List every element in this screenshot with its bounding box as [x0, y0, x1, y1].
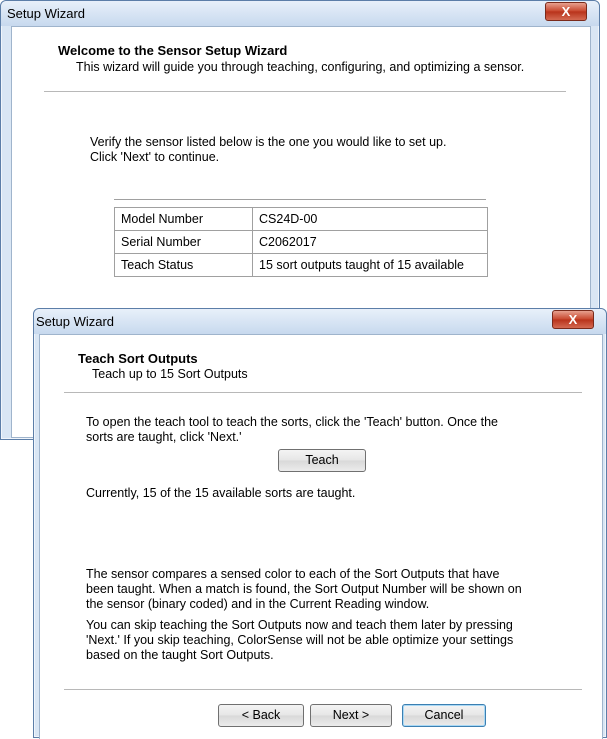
table-label-cell: Teach Status — [114, 253, 253, 277]
table-label-cell: Model Number — [114, 207, 253, 231]
front-title-bar[interactable]: Setup Wizard X — [34, 309, 606, 334]
back-title-bar[interactable]: Setup Wizard X — [1, 1, 599, 26]
teach-instruction-line1: To open the teach tool to teach the sort… — [86, 415, 498, 429]
description-para2-line2: 'Next.' If you skip teaching, ColorSense… — [86, 633, 514, 647]
sensor-info-table: Model Number CS24D-00 Serial Number C206… — [114, 207, 488, 277]
table-row: Model Number CS24D-00 — [114, 207, 488, 231]
table-row: Serial Number C2062017 — [114, 230, 488, 254]
teach-button[interactable]: Teach — [278, 449, 366, 472]
teach-instruction-line2: sorts are taught, click 'Next.' — [86, 430, 242, 444]
front-header-title: Teach Sort Outputs — [78, 351, 198, 366]
next-button[interactable]: Next > — [310, 704, 392, 727]
back-window-title: Setup Wizard — [7, 6, 86, 21]
description-para1-line2: been taught. When a match is found, the … — [86, 582, 522, 596]
table-label-cell: Serial Number — [114, 230, 253, 254]
front-wizard-window: Setup Wizard X Teach Sort Outputs Teach … — [33, 308, 607, 739]
back-close-button[interactable]: X — [545, 2, 587, 21]
back-button[interactable]: < Back — [218, 704, 304, 727]
front-client-area: Teach Sort Outputs Teach up to 15 Sort O… — [39, 334, 603, 739]
front-close-button[interactable]: X — [552, 310, 594, 329]
description-para1-line1: The sensor compares a sensed color to ea… — [86, 567, 500, 581]
back-header-divider — [44, 91, 566, 92]
table-value-cell: CS24D-00 — [252, 207, 488, 231]
back-instruction-line2: Click 'Next' to continue. — [90, 150, 220, 164]
description-para2-line3: based on the taught Sort Outputs. — [86, 648, 274, 662]
footer-divider — [64, 689, 582, 690]
table-row: Teach Status 15 sort outputs taught of 1… — [114, 253, 488, 277]
cancel-button[interactable]: Cancel — [402, 704, 486, 727]
table-value-cell: C2062017 — [252, 230, 488, 254]
table-value-cell: 15 sort outputs taught of 15 available — [252, 253, 488, 277]
description-para2-line1: You can skip teaching the Sort Outputs n… — [86, 618, 513, 632]
back-table-top-line — [114, 199, 486, 200]
description-para1-line3: the sensor (binary coded) and in the Cur… — [86, 597, 430, 611]
back-header-title: Welcome to the Sensor Setup Wizard — [58, 43, 288, 58]
back-header-subtitle: This wizard will guide you through teach… — [76, 60, 525, 74]
front-header-divider — [64, 392, 582, 393]
front-header-subtitle: Teach up to 15 Sort Outputs — [92, 367, 248, 381]
front-window-title: Setup Wizard — [36, 314, 115, 329]
back-instruction-line1: Verify the sensor listed below is the on… — [90, 135, 447, 149]
sort-status-text: Currently, 15 of the 15 available sorts … — [86, 486, 356, 500]
